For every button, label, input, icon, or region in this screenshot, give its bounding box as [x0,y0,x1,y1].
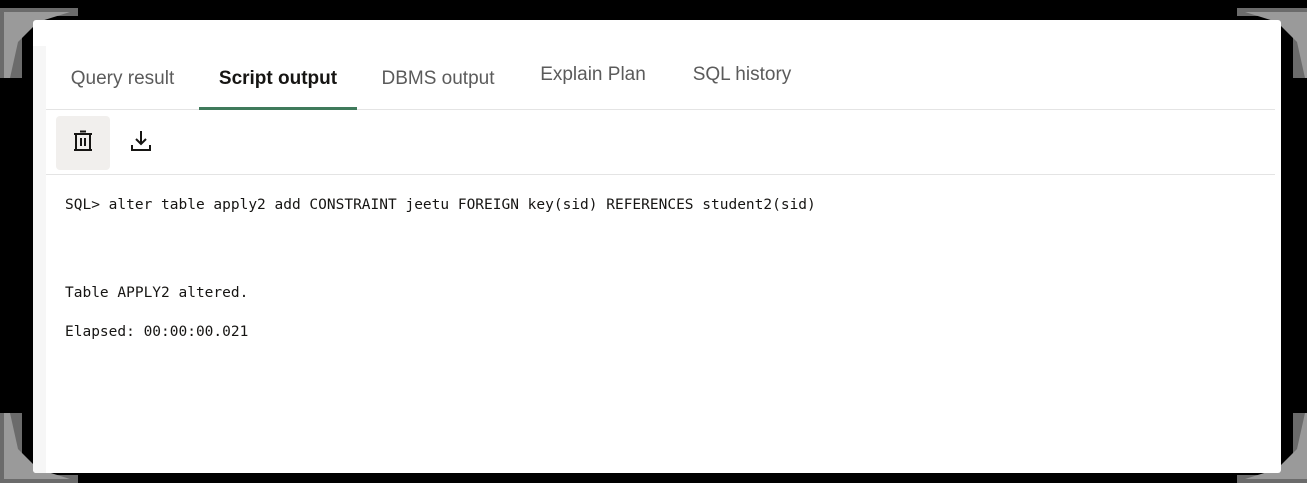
download-output-button[interactable] [114,116,168,170]
tab-sql-history[interactable]: SQL history [687,46,797,109]
panel-content: Query result Script output DBMS output E… [46,46,1275,473]
tab-label: Query result [70,68,175,89]
output-toolbar [46,110,1275,175]
output-elapsed-line: Elapsed: 00:00:00.021 [65,324,249,340]
output-empty-area [46,363,1275,473]
tab-bar: Query result Script output DBMS output E… [46,46,1275,110]
trash-icon [71,129,95,158]
tab-label: Explain Plan [540,64,646,85]
screenshot-frame: Query result Script output DBMS output E… [0,0,1307,483]
clear-output-button[interactable] [56,116,110,170]
tab-script-output[interactable]: Script output [199,46,357,110]
output-panel: Query result Script output DBMS output E… [33,20,1281,473]
tab-label: SQL history [692,64,792,85]
tab-query-result[interactable]: Query result [65,46,180,109]
tab-dbms-output[interactable]: DBMS output [376,46,500,109]
tab-explain-plan[interactable]: Explain Plan [535,46,651,109]
panel-left-rail [33,46,46,473]
output-result-line: Table APPLY2 altered. [65,285,249,301]
tab-label: DBMS output [381,68,495,89]
script-output-area: SQL> alter table apply2 add CONSTRAINT j… [46,175,1275,364]
output-command-line: SQL> alter table apply2 add CONSTRAINT j… [65,197,816,213]
download-icon [128,128,154,159]
tab-label: Script output [218,68,338,89]
